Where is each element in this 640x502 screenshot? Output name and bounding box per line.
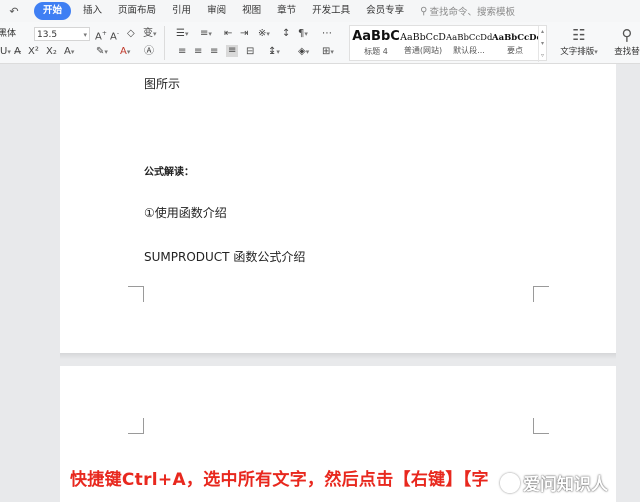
style-key-points[interactable]: AaBbCcDc 要点	[492, 26, 538, 62]
style-sample: AaBbC	[352, 29, 400, 44]
margin-mark	[128, 418, 144, 434]
search-placeholder: 查找命令、搜索模板	[429, 7, 515, 18]
tab-start[interactable]: 开始	[34, 2, 72, 20]
tab-page-layout[interactable]: 页面布局	[110, 2, 164, 20]
menu-bar: ↶ 开始 插入 页面布局 引用 审阅 视图 章节 开发工具 会员专享 ⚲ 查找命…	[0, 0, 640, 22]
font-size-value: 13.5	[37, 30, 58, 40]
justify-icon[interactable]: ≡	[226, 45, 239, 57]
align-right-icon[interactable]: ≡	[210, 46, 218, 58]
doc-paragraph[interactable]: ①使用函数介绍	[144, 204, 227, 221]
clear-format-icon[interactable]: ◇	[127, 28, 135, 40]
distribute-icon[interactable]: ⊟	[246, 46, 254, 58]
text-layout-button[interactable]: ☷ 文字排版▾	[556, 25, 602, 57]
style-name: 默认段...	[453, 46, 485, 55]
line-spacing-icon[interactable]: ↨▾	[268, 46, 280, 58]
align-left-icon[interactable]: ≡	[178, 46, 186, 58]
style-normal-web[interactable]: AaBbCcD 普通(网站)	[400, 26, 446, 62]
ribbon-divider	[164, 26, 165, 60]
doc-heading[interactable]: 公式解读：	[144, 163, 194, 178]
style-name: 要点	[507, 46, 523, 55]
increase-font-icon[interactable]: A+	[95, 28, 107, 43]
watermark-text: 爱问知识人	[523, 475, 608, 495]
style-sample: AaBbCcD	[400, 32, 446, 43]
font-size-select[interactable]: 13.5 ▾	[34, 27, 90, 41]
bullet-list-icon[interactable]: ☰▾	[176, 28, 188, 40]
undo-icon[interactable]: ↶	[0, 5, 28, 18]
chevron-down-icon: ▾	[83, 31, 87, 39]
find-replace-label: 查找替	[614, 47, 640, 57]
align-center-icon[interactable]: ≡	[194, 46, 202, 58]
borders-icon[interactable]: ⊞▾	[322, 46, 334, 58]
phonetic-guide-icon[interactable]: 变▾	[143, 28, 157, 40]
tab-member[interactable]: 会员专享	[358, 2, 412, 20]
style-default-paragraph[interactable]: AaBbCcDd 默认段...	[446, 26, 492, 62]
tab-developer[interactable]: 开发工具	[304, 2, 358, 20]
tab-insert[interactable]: 插入	[75, 2, 110, 20]
underline-icon[interactable]: U▾	[0, 46, 11, 58]
style-heading-4[interactable]: AaBbC 标题 4	[352, 26, 400, 62]
numbered-list-icon[interactable]: ≡▾	[200, 28, 212, 40]
style-name: 普通(网站)	[403, 46, 443, 55]
shading-icon[interactable]: ◈▾	[298, 46, 309, 58]
tab-references[interactable]: 引用	[164, 2, 199, 20]
chinese-layout-icon[interactable]: ※▾	[258, 28, 270, 40]
style-gallery-scroll[interactable]: ▴ ▾ ▿	[538, 26, 546, 62]
decrease-indent-icon[interactable]: ⇤	[224, 28, 232, 40]
style-sample: AaBbCcDc	[492, 33, 538, 43]
tab-review[interactable]: 审阅	[199, 2, 234, 20]
decrease-font-icon[interactable]: A-	[110, 28, 119, 43]
margin-mark	[128, 286, 144, 302]
show-marks-icon[interactable]: ¶▾	[298, 28, 308, 40]
increase-indent-icon[interactable]: ⇥	[240, 28, 248, 40]
subscript-icon[interactable]: X₂	[46, 46, 57, 58]
tab-view[interactable]: 视图	[234, 2, 269, 20]
text-layout-label: 文字排版	[560, 47, 595, 57]
sort-icon[interactable]: ↕	[282, 28, 290, 40]
doc-paragraph[interactable]: SUMPRODUCT 函数公式介绍	[144, 248, 305, 265]
font-color-icon[interactable]: A▾	[120, 46, 130, 58]
margin-mark	[533, 418, 549, 434]
text-layout-icon: ☷	[572, 26, 586, 44]
style-sample: AaBbCcDd	[446, 33, 492, 43]
char-border-icon[interactable]: Ⓐ	[144, 46, 154, 58]
doc-paragraph[interactable]: 图所示	[144, 75, 180, 92]
style-name: 标题 4	[364, 47, 388, 56]
command-search[interactable]: ⚲ 查找命令、搜索模板	[420, 4, 515, 19]
tab-stops-icon[interactable]: ⋯	[322, 28, 332, 40]
watermark: 爱问知识人	[500, 470, 608, 495]
style-gallery: AaBbC 标题 4 AaBbCcD 普通(网站) AaBbCcDd 默认段..…	[349, 25, 547, 62]
strikethrough-icon[interactable]: A̶	[14, 46, 21, 58]
page-gap	[60, 353, 616, 359]
ribbon-toolbar: 黑体 13.5 ▾ A+ A- ◇ 变▾ U▾ A̶ X² X₂ A▾ ✎▾ A…	[0, 22, 640, 64]
tab-chapter[interactable]: 章节	[269, 2, 304, 20]
superscript-icon[interactable]: X²	[28, 46, 39, 58]
tutorial-caption: 快捷键Ctrl+A，选中所有文字，然后点击【右键】【字	[70, 470, 489, 490]
font-family-select[interactable]: 黑体	[0, 27, 28, 41]
find-icon: ⚲	[621, 26, 633, 44]
search-icon: ⚲	[420, 5, 428, 17]
highlight-icon[interactable]: ✎▾	[96, 46, 108, 58]
margin-mark	[533, 286, 549, 302]
watermark-logo-icon	[500, 472, 520, 493]
find-replace-button[interactable]: ⚲ 查找替	[610, 25, 640, 57]
font-effect-icon[interactable]: A▾	[64, 46, 74, 58]
